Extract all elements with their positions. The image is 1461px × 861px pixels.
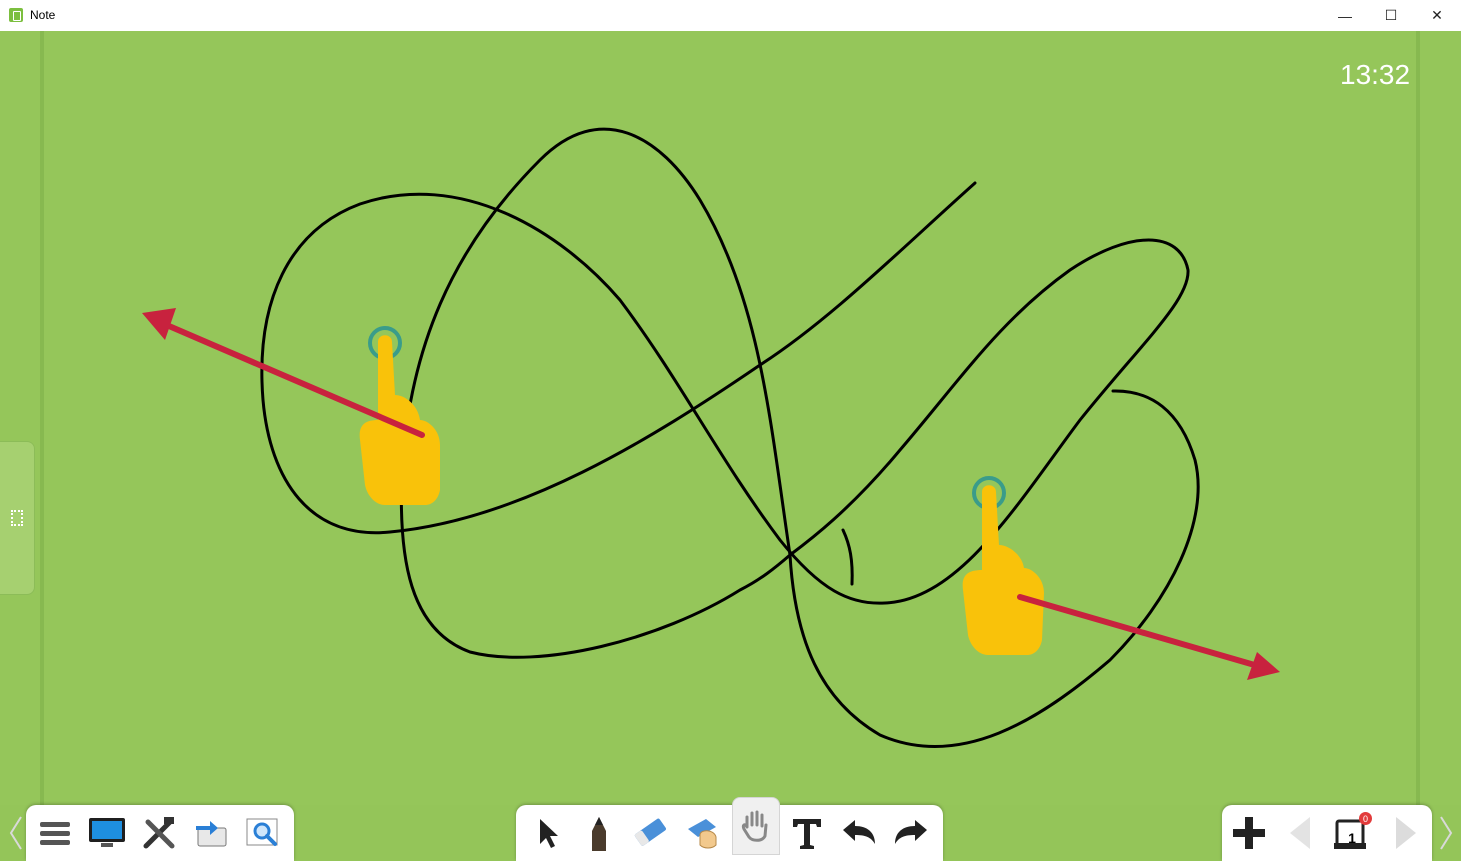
window-title: Note bbox=[30, 8, 56, 22]
close-button[interactable]: ✕ bbox=[1414, 0, 1460, 31]
area-eraser-button[interactable] bbox=[680, 810, 726, 856]
note-app-icon bbox=[9, 8, 23, 22]
left-tool-panel bbox=[26, 805, 294, 861]
select-icon bbox=[540, 819, 558, 848]
desktop-button[interactable] bbox=[84, 810, 130, 856]
eraser-tool-button[interactable] bbox=[628, 810, 674, 856]
scroll-right-icon[interactable] bbox=[1436, 811, 1456, 855]
text-icon bbox=[793, 819, 821, 849]
page-number: 1 bbox=[1348, 830, 1356, 846]
next-page-button[interactable] bbox=[1382, 810, 1428, 856]
pencil-icon bbox=[592, 817, 606, 851]
title-bar: Note — ☐ ✕ bbox=[0, 0, 1461, 32]
right-hand-gesture bbox=[962, 476, 1044, 655]
tools-icon bbox=[143, 817, 175, 849]
next-page-icon bbox=[1396, 817, 1416, 849]
add-page-icon bbox=[1233, 817, 1265, 849]
previous-page-button[interactable] bbox=[1278, 810, 1324, 856]
menu-button[interactable] bbox=[32, 810, 78, 856]
redo-icon bbox=[895, 820, 927, 844]
arrow-right bbox=[1017, 594, 1261, 669]
scroll-left-icon[interactable] bbox=[6, 811, 26, 855]
eraser-icon bbox=[634, 818, 666, 846]
undo-button[interactable] bbox=[836, 810, 882, 856]
pen-tool-button[interactable] bbox=[576, 810, 622, 856]
add-page-button[interactable] bbox=[1226, 810, 1272, 856]
page-tool-panel: 1 0 bbox=[1222, 805, 1432, 861]
switch-button[interactable] bbox=[188, 810, 234, 856]
select-tool-button[interactable] bbox=[524, 810, 570, 856]
page-count-badge: 0 bbox=[1359, 812, 1372, 825]
pointing-hand-icon bbox=[962, 485, 1044, 655]
center-tool-panel bbox=[516, 797, 943, 861]
roam-tool-button[interactable] bbox=[732, 797, 780, 855]
text-tool-button[interactable] bbox=[784, 810, 830, 856]
whiteboard-canvas[interactable]: 13:32 bbox=[0, 31, 1461, 805]
switch-icon bbox=[196, 821, 227, 847]
magnifier-icon bbox=[246, 818, 278, 846]
pointing-hand-icon bbox=[359, 335, 440, 505]
ink-stroke bbox=[841, 528, 854, 586]
page-manager-button[interactable]: 1 0 bbox=[1328, 810, 1374, 856]
eraser-hand-icon bbox=[688, 819, 717, 849]
bottom-toolbar: 1 0 bbox=[0, 797, 1461, 861]
ink-stroke bbox=[399, 127, 792, 659]
drawing-layer bbox=[142, 127, 1280, 749]
zoom-button[interactable] bbox=[240, 810, 286, 856]
redo-button[interactable] bbox=[888, 810, 934, 856]
minimize-button[interactable]: — bbox=[1322, 0, 1368, 31]
roam-hand-icon bbox=[741, 810, 768, 842]
screen-icon bbox=[89, 818, 125, 847]
undo-icon bbox=[843, 820, 875, 844]
spread-arrows bbox=[142, 308, 1280, 680]
menu-icon bbox=[40, 822, 70, 845]
maximize-button[interactable]: ☐ bbox=[1368, 0, 1414, 31]
tools-button[interactable] bbox=[136, 810, 182, 856]
prev-page-icon bbox=[1290, 817, 1310, 849]
